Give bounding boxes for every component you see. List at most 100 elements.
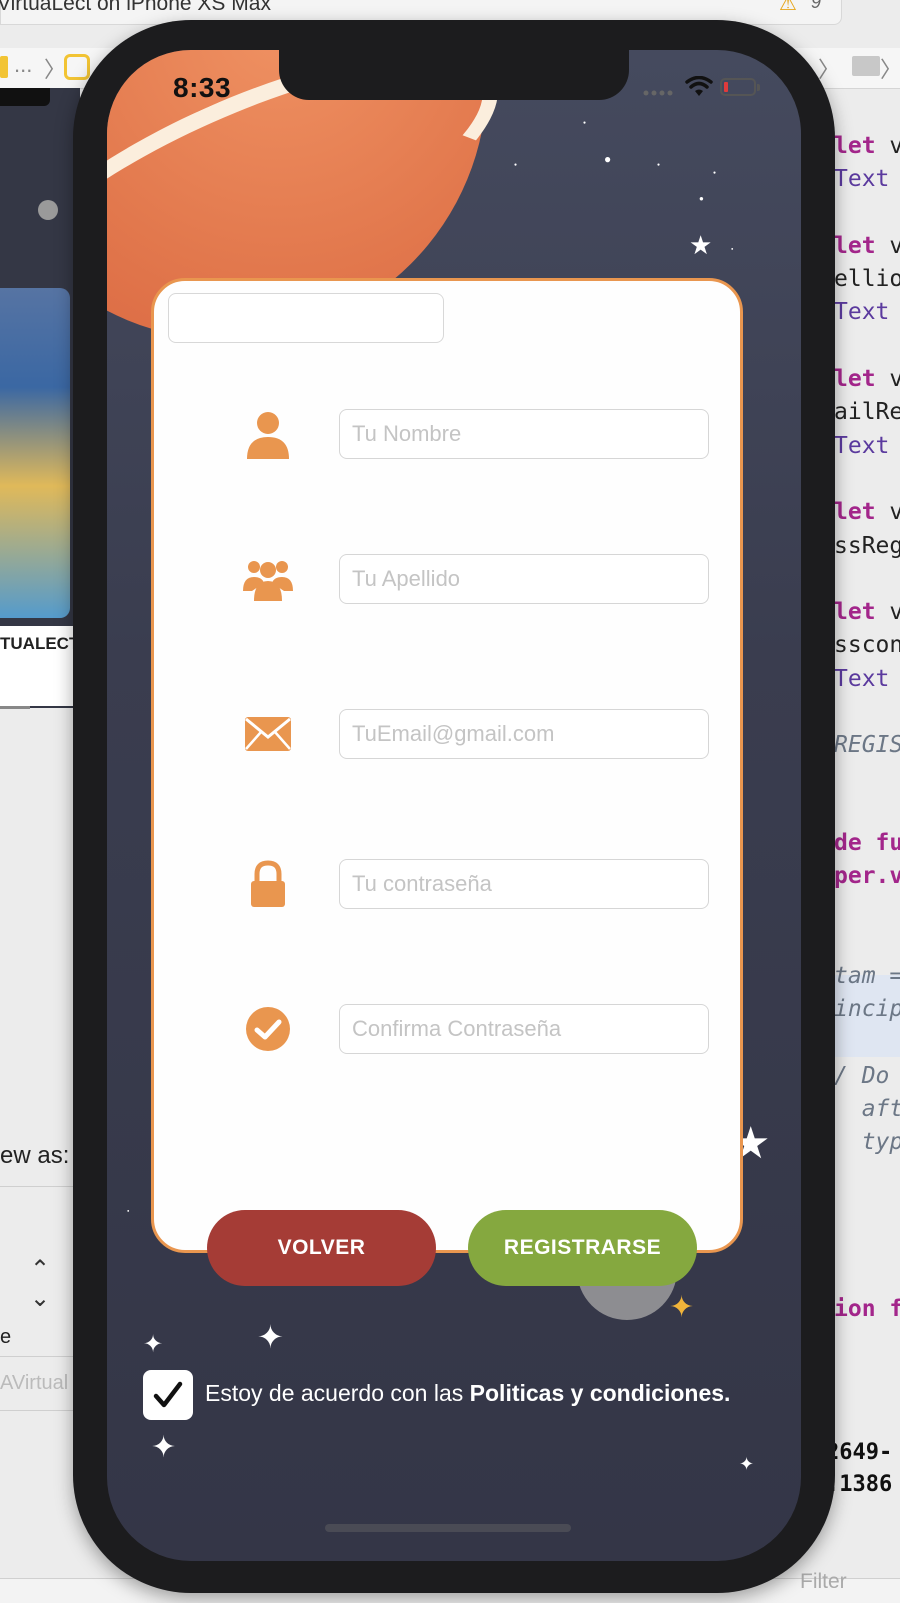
console-line: :1386: [826, 1472, 893, 1497]
code-text: v: [889, 366, 900, 393]
code-text: v: [889, 133, 900, 159]
code-line: per.v: [834, 863, 900, 889]
envelope-icon: [245, 717, 291, 751]
code-keyword: let: [834, 366, 890, 393]
terms-checkbox[interactable]: [143, 1370, 193, 1420]
status-time: 8:33: [173, 72, 232, 103]
register-button[interactable]: REGISTRARSE: [468, 1210, 697, 1286]
jump-bar-ellipsis[interactable]: ...: [14, 52, 32, 78]
code-line: ellio: [834, 266, 900, 293]
code-line: de fu: [834, 830, 900, 856]
code-line: Text: [834, 432, 890, 459]
chevron-right-icon: 〉: [880, 57, 900, 82]
check-circle-icon: [246, 1007, 290, 1051]
folder-icon[interactable]: [852, 56, 880, 76]
wifi-icon: [685, 76, 713, 96]
sparkle-icon: ✦: [143, 1331, 164, 1358]
warning-count[interactable]: 9: [811, 0, 821, 13]
code-line: Text: [834, 299, 890, 326]
swift-file-icon[interactable]: [64, 54, 90, 80]
code-line: Text: [834, 166, 890, 193]
battery-level: [724, 82, 728, 92]
code-line: let v: [834, 230, 900, 263]
first-name-input[interactable]: [339, 409, 709, 459]
code-keyword: let: [834, 599, 890, 626]
divider: [0, 1410, 80, 1411]
code-line: ssReg: [834, 532, 900, 559]
code-keyword: let: [834, 232, 890, 259]
code-line: REGIS: [834, 732, 900, 759]
code-text: v: [889, 499, 900, 526]
email-input[interactable]: [339, 709, 709, 759]
gold-sparkle-icon: ✦: [669, 1291, 695, 1324]
star-icon: ●: [583, 120, 587, 126]
star-icon: ●: [127, 1208, 130, 1213]
console-output: 2649- :1386: [826, 1437, 892, 1501]
last-name-input[interactable]: [339, 554, 709, 604]
code-line: ion f: [834, 1296, 900, 1322]
notch: [279, 50, 629, 100]
code-line: let v: [834, 596, 900, 629]
code-line: let v: [834, 496, 900, 529]
terms-prefix: Estoy de acuerdo con las: [205, 1380, 470, 1406]
star-icon: ●: [604, 152, 612, 166]
code-text: v: [889, 232, 900, 259]
code-keyword: let: [834, 499, 890, 526]
storyboard-preview: TUALECTO: [0, 88, 80, 708]
star-icon: ★: [689, 230, 713, 260]
sparkle-icon: ✦: [739, 1454, 755, 1474]
registration-card: [151, 278, 743, 1253]
code-text: v: [889, 599, 900, 626]
star-icon: ●: [731, 246, 734, 251]
tab-underline: [0, 706, 30, 709]
filter-field[interactable]: Filter: [800, 1570, 847, 1594]
back-button[interactable]: VOLVER: [207, 1210, 436, 1286]
moon-dot: [38, 200, 58, 220]
code-line: let v: [834, 130, 900, 163]
warning-icon[interactable]: ⚠: [779, 0, 797, 16]
iphone-frame: ● ● ● ● ● ● ★ ● ● ✦ ✦ ✦ ✦ ✦ ★ 8:33 Tu No…: [73, 20, 835, 1593]
code-keyword: let: [834, 133, 890, 159]
code-editor[interactable]: let v Text let v ellio Text let v ailRe Text let…: [834, 130, 900, 1322]
field-hint[interactable]: AVirtual: [0, 1372, 68, 1395]
code-line: ailRe: [834, 399, 900, 426]
window-title: VirtuaLect on iPhone XS Max: [0, 0, 271, 15]
chevron-right-icon: 〉: [818, 57, 841, 82]
folder-icon[interactable]: [0, 56, 8, 78]
star-icon: ●: [514, 162, 518, 168]
console-line: 2649-: [826, 1440, 893, 1465]
star-icon: ●: [657, 162, 661, 168]
code-line: let v: [834, 363, 900, 396]
confirm-password-input[interactable]: [339, 1004, 709, 1054]
sparkle-icon: ✦: [151, 1431, 177, 1464]
lock-icon: [251, 860, 285, 907]
code-line: incip: [834, 996, 900, 1022]
signal-icon: [643, 90, 673, 96]
view-as-label: ew as:: [0, 1142, 70, 1169]
updown-chevron-icon[interactable]: ⌃ ⌄: [30, 1255, 50, 1313]
code-line: tam =: [834, 963, 900, 989]
star-icon: ●: [713, 170, 717, 176]
app-screen: ● ● ● ● ● ● ★ ● ● ✦ ✦ ✦ ✦ ✦ ★ 8:33 Tu No…: [107, 50, 801, 1561]
chevron-right-icon: 〉: [44, 57, 67, 82]
sparkle-icon: ✦: [257, 1319, 284, 1355]
inspector-panel: [0, 708, 80, 1308]
preview-notch: [0, 88, 50, 106]
terms-text: Estoy de acuerdo con las Politicas y con…: [205, 1380, 730, 1407]
row-label: e: [0, 1326, 12, 1348]
star-icon: ●: [699, 194, 704, 203]
home-indicator[interactable]: [325, 1524, 571, 1532]
castle-illustration: [0, 288, 70, 618]
battery-icon: [720, 78, 760, 96]
code-line: typ: [834, 1129, 900, 1155]
code-line: / Do a: [834, 1063, 890, 1089]
code-line: Text: [834, 665, 890, 692]
password-input[interactable]: [339, 859, 709, 909]
divider: [0, 1356, 80, 1357]
terms-link[interactable]: Politicas y condiciones.: [470, 1380, 731, 1406]
